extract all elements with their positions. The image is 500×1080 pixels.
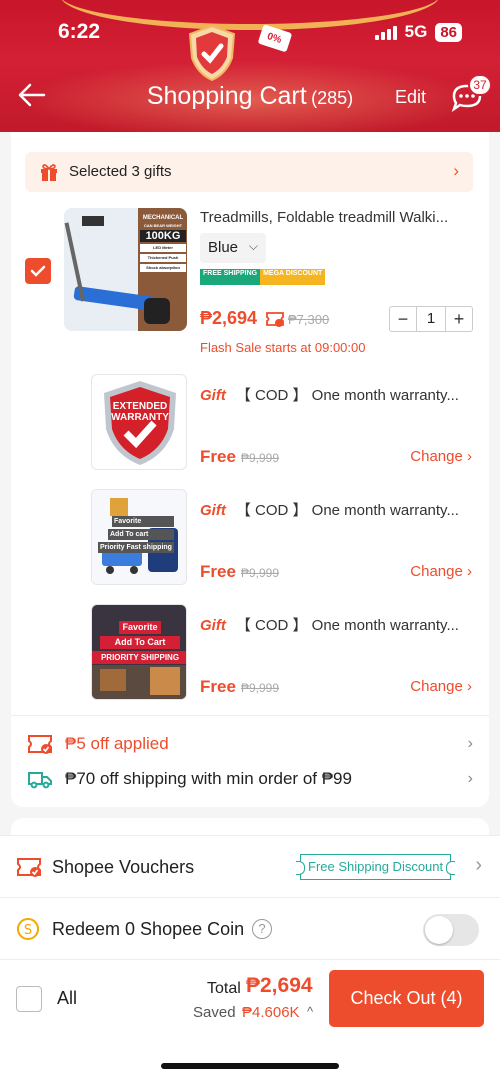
variant-select[interactable]: Blue ⌵ [200,233,266,263]
gift-image[interactable]: EXTENDED WARRANTY [91,374,187,470]
voucher-icon [266,312,284,327]
chevron-right-icon: › [475,854,482,876]
free-shipping-discount-badge: Free Shipping Discount [295,854,456,880]
total-label: Total [207,980,241,997]
selected-gifts-bar[interactable]: Selected 3 gifts › [25,152,473,192]
product-old-price: ₱7,300 [288,312,330,327]
shield-promo-icon [188,24,236,82]
product-name[interactable]: Treadmills, Foldable treadmill Walki... [200,209,485,226]
status-time: 6:22 [58,20,101,43]
chevron-up-icon[interactable]: ^ [307,1004,313,1019]
voucher-icon [28,735,52,754]
chevron-right-icon: › [453,161,459,180]
battery-icon: 86 [435,22,462,42]
product-checkbox[interactable] [25,258,51,284]
edit-button[interactable]: Edit [395,87,426,108]
saved-value: ₱4.606K [242,1004,300,1021]
gift-price: Free [200,677,236,696]
gift-title: Gift 【 COD 】 One month warranty... [200,617,459,634]
signal-icon [374,24,397,40]
truck-icon [28,772,52,789]
increase-button[interactable]: + [446,309,472,330]
shopee-coin-row: S Redeem 0 Shopee Coin ? [0,897,500,959]
coin-icon: S [17,918,39,940]
gift-price: Free [200,562,236,581]
home-indicator [161,1063,339,1069]
header-bar: 6:22 5G 86 0% Shopping Cart (285) Edit 3… [0,0,500,132]
select-all-checkbox[interactable] [16,986,42,1012]
quantity-stepper: − 1 + [389,306,473,332]
selected-gifts-label: Selected 3 gifts [69,163,172,180]
chevron-down-icon: ⌵ [248,239,258,253]
network-label: 5G [404,22,428,41]
voucher-icon [17,858,41,877]
shopee-vouchers-label: Shopee Vouchers [52,857,195,877]
cart-count: (285) [311,88,354,108]
quantity-value[interactable]: 1 [416,307,446,331]
flash-sale-notice: Flash Sale starts at 09:00:00 [200,340,366,355]
free-shipping-badge: FREE SHIPPING MEGA DISCOUNT [200,269,326,285]
saved-label: Saved [193,1004,236,1021]
checkout-panel: Shopee Vouchers Free Shipping Discount ›… [0,835,500,1080]
gift-item[interactable]: Favorite Add To cart Priority Fast shipp… [91,489,476,585]
select-all-label[interactable]: All [57,988,77,1009]
shopee-vouchers-row[interactable]: Shopee Vouchers Free Shipping Discount › [0,835,500,897]
gift-item[interactable]: EXTENDED WARRANTY Gift 【 COD 】 One month … [91,374,476,470]
redeem-coin-label: Redeem 0 Shopee Coin [52,919,245,939]
chevron-right-icon: › [467,735,473,752]
shop-voucher-text: ₱5 off applied [65,734,169,753]
gift-price: Free [200,447,236,466]
shipping-promo-row[interactable]: ₱70 off shipping with min order of ₱99 › [27,766,473,792]
total-value: ₱2,694 [246,974,313,997]
gift-old-price: ₱9,999 [241,566,280,580]
gift-image[interactable]: Favorite Add To Cart PRIORITY SHIPPING [91,604,187,700]
change-gift-button[interactable]: Change › [410,448,472,465]
check-icon [30,265,46,277]
checkout-bar: All Total ₱2,694 Saved ₱4.606K ^ Check O… [0,959,500,1039]
gift-item[interactable]: Favorite Add To Cart PRIORITY SHIPPING G… [91,604,476,700]
gift-icon [41,164,57,181]
svg-text:S: S [24,923,32,938]
product-image[interactable]: MECHANICAL CAN BEAR WEIGHT 100KG LED Met… [64,208,187,331]
gift-old-price: ₱9,999 [241,451,280,465]
gift-title: Gift 【 COD 】 One month warranty... [200,387,459,404]
coin-toggle[interactable] [423,914,479,946]
check-out-button[interactable]: Check Out (4) [329,970,484,1027]
decrease-button[interactable]: − [390,309,416,330]
help-icon[interactable]: ? [252,919,272,939]
gift-old-price: ₱9,999 [241,681,280,695]
change-gift-button[interactable]: Change › [410,678,472,695]
divider [11,715,489,716]
cart-shop-card: Selected 3 gifts › MECHANICAL CAN BEAR W… [11,132,489,807]
shop-voucher-row[interactable]: ₱5 off applied › [27,731,473,757]
shipping-promo-text: ₱70 off shipping with min order of ₱99 [65,769,352,788]
change-gift-button[interactable]: Change › [410,563,472,580]
product-price: ₱2,694 [200,308,258,328]
chat-badge: 37 [468,74,492,96]
gift-image[interactable]: Favorite Add To cart Priority Fast shipp… [91,489,187,585]
gift-title: Gift 【 COD 】 One month warranty... [200,502,459,519]
chevron-right-icon: › [467,770,473,787]
discount-tag-icon: 0% [254,22,294,56]
status-indicators: 5G 86 [374,22,462,42]
